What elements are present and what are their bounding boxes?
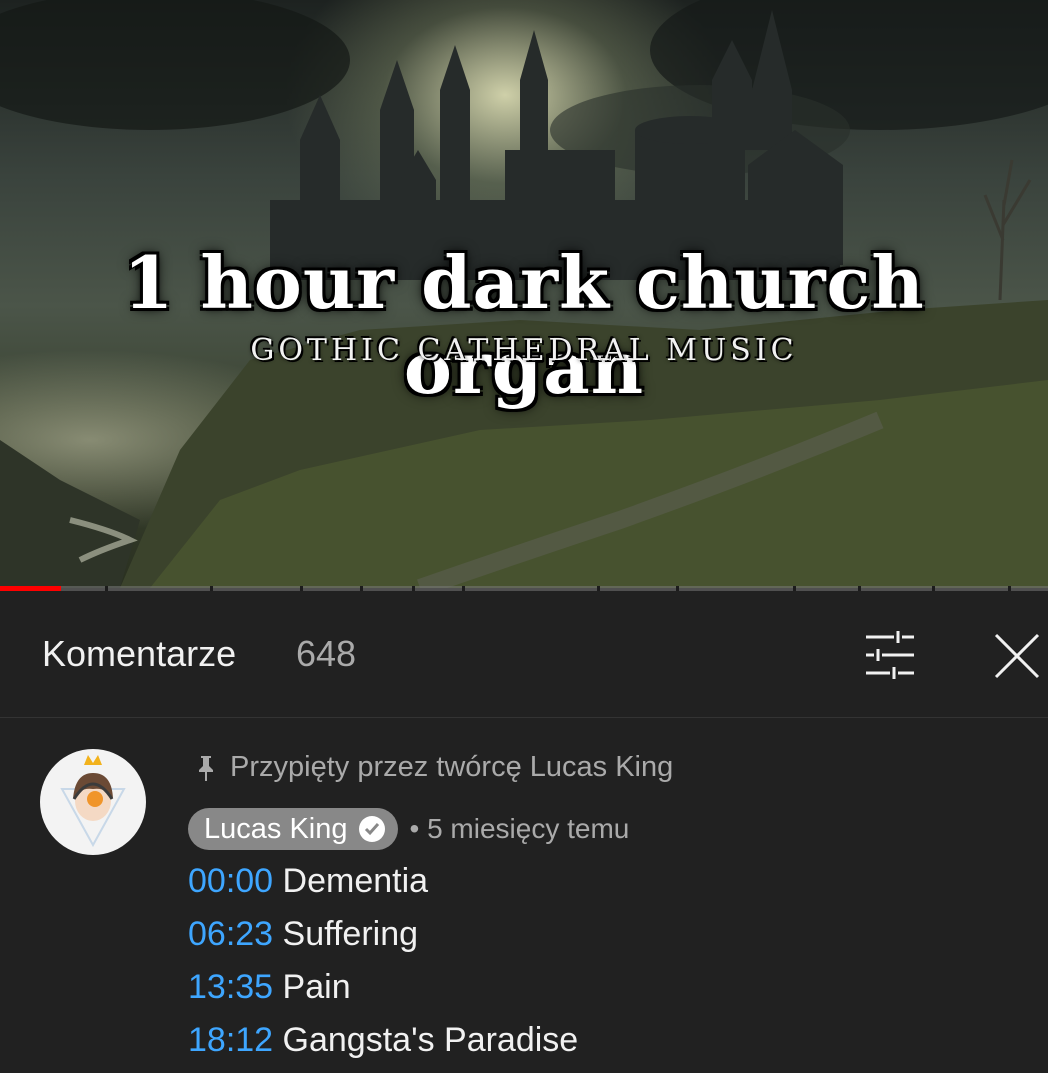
comments-header: Komentarze 648 <box>0 591 1048 718</box>
video-title-overlay: 1 hour dark church organ <box>123 240 925 410</box>
chapter-line: 13:35 Pain <box>188 967 578 1020</box>
chapter-title: Pain <box>282 968 351 1006</box>
pinned-label: Przypięty przez twórcę Lucas King <box>230 751 674 783</box>
avatar[interactable] <box>40 749 146 855</box>
chapter-timestamp-link[interactable]: 06:23 <box>188 915 273 953</box>
comments-panel: Komentarze 648 Przypięty przez twórcę Lu… <box>0 591 1048 1068</box>
video-subtitle-overlay: GOTHIC CATHEDRAL MUSIC <box>250 333 798 368</box>
video-player[interactable]: 1 hour dark church organ GOTHIC CATHEDRA… <box>0 0 1048 588</box>
chapter-timestamp-link[interactable]: 18:12 <box>188 1021 273 1059</box>
comments-count: 648 <box>296 633 357 674</box>
pinned-label-row: Przypięty przez twórcę Lucas King <box>194 751 673 784</box>
close-icon[interactable] <box>992 631 1042 681</box>
filter-sliders-icon[interactable] <box>864 631 916 679</box>
chapter-title: Dementia <box>282 862 429 900</box>
verified-check-icon <box>358 816 385 842</box>
author-name: Lucas King <box>204 812 348 845</box>
author-chip[interactable]: Lucas King <box>188 808 398 850</box>
pin-icon <box>199 755 213 781</box>
chapter-line: 06:23 Suffering <box>188 914 578 967</box>
chapter-title: Suffering <box>282 915 419 953</box>
chapter-title: Gangsta's Paradise <box>282 1021 579 1059</box>
chapter-line: 00:00 Dementia <box>188 861 578 914</box>
avatar-image <box>60 755 126 848</box>
comment-author-row: Lucas King • 5 miesięcy temu <box>188 808 629 850</box>
chapter-line: 18:12 Gangsta's Paradise <box>188 1020 578 1073</box>
comment-body: 00:00 Dementia 06:23 Suffering 13:35 Pain 1… <box>188 861 578 1073</box>
chapter-timestamp-link[interactable]: 13:35 <box>188 968 273 1006</box>
comments-title: Komentarze <box>42 633 237 674</box>
comment-time: • 5 miesięcy temu <box>409 813 630 844</box>
chapter-timestamp-link[interactable]: 00:00 <box>188 862 273 900</box>
